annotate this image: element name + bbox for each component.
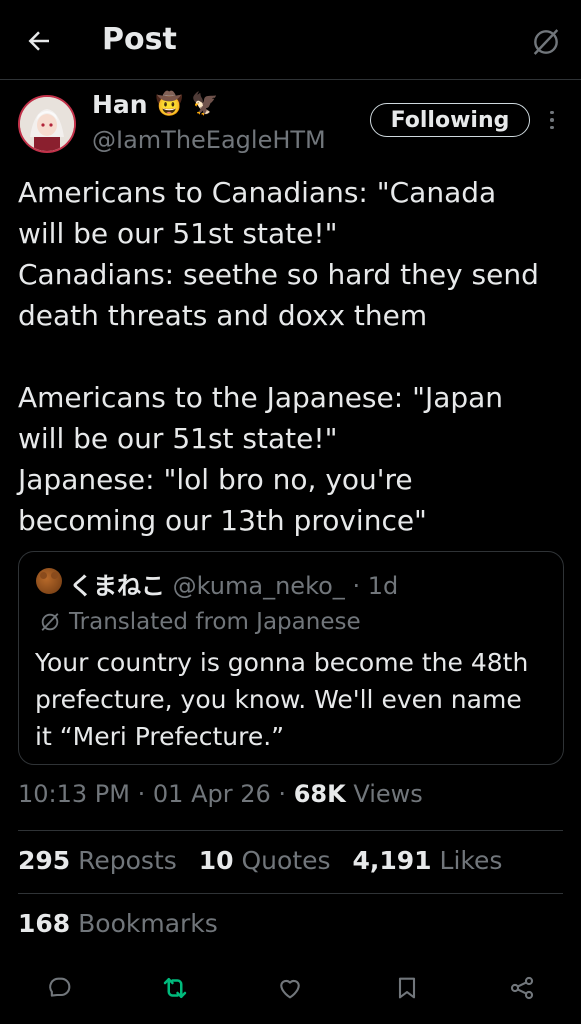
author-avatar[interactable] <box>18 95 76 153</box>
views-count: 68K <box>293 780 346 808</box>
views-label: Views <box>353 780 423 808</box>
post-line: Americans to the Japanese: "Japan <box>18 381 504 414</box>
back-arrow-icon[interactable] <box>22 24 56 58</box>
quotes-count: 10 <box>198 846 234 875</box>
page-title: Post <box>102 22 177 57</box>
quotes-stat[interactable]: 10 Quotes <box>199 846 331 875</box>
post-timestamp: 10:13 PM · 01 Apr 26 · 68K Views <box>18 780 423 808</box>
reposts-label: Reposts <box>78 846 177 875</box>
post-time[interactable]: 10:13 PM <box>18 780 130 808</box>
grok-icon <box>41 613 59 631</box>
author-name[interactable]: Han <box>92 90 148 119</box>
bookmarks-stat[interactable]: 168 Bookmarks <box>18 909 218 938</box>
quoted-line: it “Meri Prefecture.” <box>35 722 285 751</box>
reposts-count: 295 <box>18 846 71 875</box>
share-icon[interactable] <box>504 970 540 1006</box>
post-line: death threats and doxx them <box>18 299 428 332</box>
quoted-author-handle: @kuma_neko_ <box>172 572 345 600</box>
reposts-stat[interactable]: 295 Reposts <box>18 846 177 875</box>
meta-separator: · <box>278 780 287 808</box>
quotes-label: Quotes <box>241 846 331 875</box>
grok-icon[interactable] <box>528 24 564 60</box>
post-date[interactable]: 01 Apr 26 <box>153 780 271 808</box>
translated-label[interactable]: Translated from Japanese <box>39 609 361 635</box>
post-line: Americans to Canadians: "Canada <box>18 176 497 209</box>
bookmark-icon[interactable] <box>389 970 425 1006</box>
divider <box>18 830 563 831</box>
translated-text: Translated from Japanese <box>69 609 361 635</box>
meta-separator: · <box>137 780 146 808</box>
eagle-emoji-icon: 🦅 <box>191 91 219 117</box>
post-line: Canadians: seethe so hard they send <box>18 258 539 291</box>
post-line: will be our 51st state!" <box>18 217 338 250</box>
engagement-stats: 295 Reposts 10 Quotes 4,191 Likes <box>18 846 516 875</box>
divider <box>18 893 563 894</box>
reply-icon[interactable] <box>42 970 78 1006</box>
quoted-separator: · <box>352 572 361 600</box>
quoted-author-name: くまねこ <box>69 572 165 600</box>
post-line: Japanese: "lol bro no, you're <box>18 463 413 496</box>
top-bar: Post <box>0 0 581 80</box>
post-line: becoming our 13th province" <box>18 504 427 537</box>
quoted-post[interactable]: くまねこ @kuma_neko_ · 1d Translated from Ja… <box>18 551 564 765</box>
likes-stat[interactable]: 4,191 Likes <box>352 846 502 875</box>
quoted-line: prefecture, you know. We'll even name <box>35 685 522 714</box>
like-heart-icon[interactable] <box>272 970 308 1006</box>
quoted-post-age: 1d <box>367 572 399 600</box>
quoted-line: Your country is gonna become the 48th <box>35 648 529 677</box>
repost-icon[interactable] <box>157 970 193 1006</box>
bookmarks-label: Bookmarks <box>78 909 218 938</box>
cowboy-emoji-icon: 🤠 <box>155 91 183 117</box>
quoted-author-avatar <box>36 568 62 594</box>
author-handle[interactable]: @IamTheEagleHTM <box>92 126 326 154</box>
more-options-icon[interactable] <box>540 106 564 134</box>
action-bar <box>0 970 581 1010</box>
likes-count: 4,191 <box>352 846 432 875</box>
bookmarks-count: 168 <box>18 909 71 938</box>
quoted-post-text: Your country is gonna become the 48th pr… <box>35 644 555 755</box>
author-name-row: Han 🤠 🦅 <box>92 90 218 119</box>
likes-label: Likes <box>439 846 503 875</box>
quoted-post-header: くまねこ @kuma_neko_ · 1d <box>69 566 398 601</box>
post-line: will be our 51st state!" <box>18 422 338 455</box>
post-text: Americans to Canadians: "Canada will be … <box>18 172 566 541</box>
following-button[interactable]: Following <box>370 103 530 137</box>
